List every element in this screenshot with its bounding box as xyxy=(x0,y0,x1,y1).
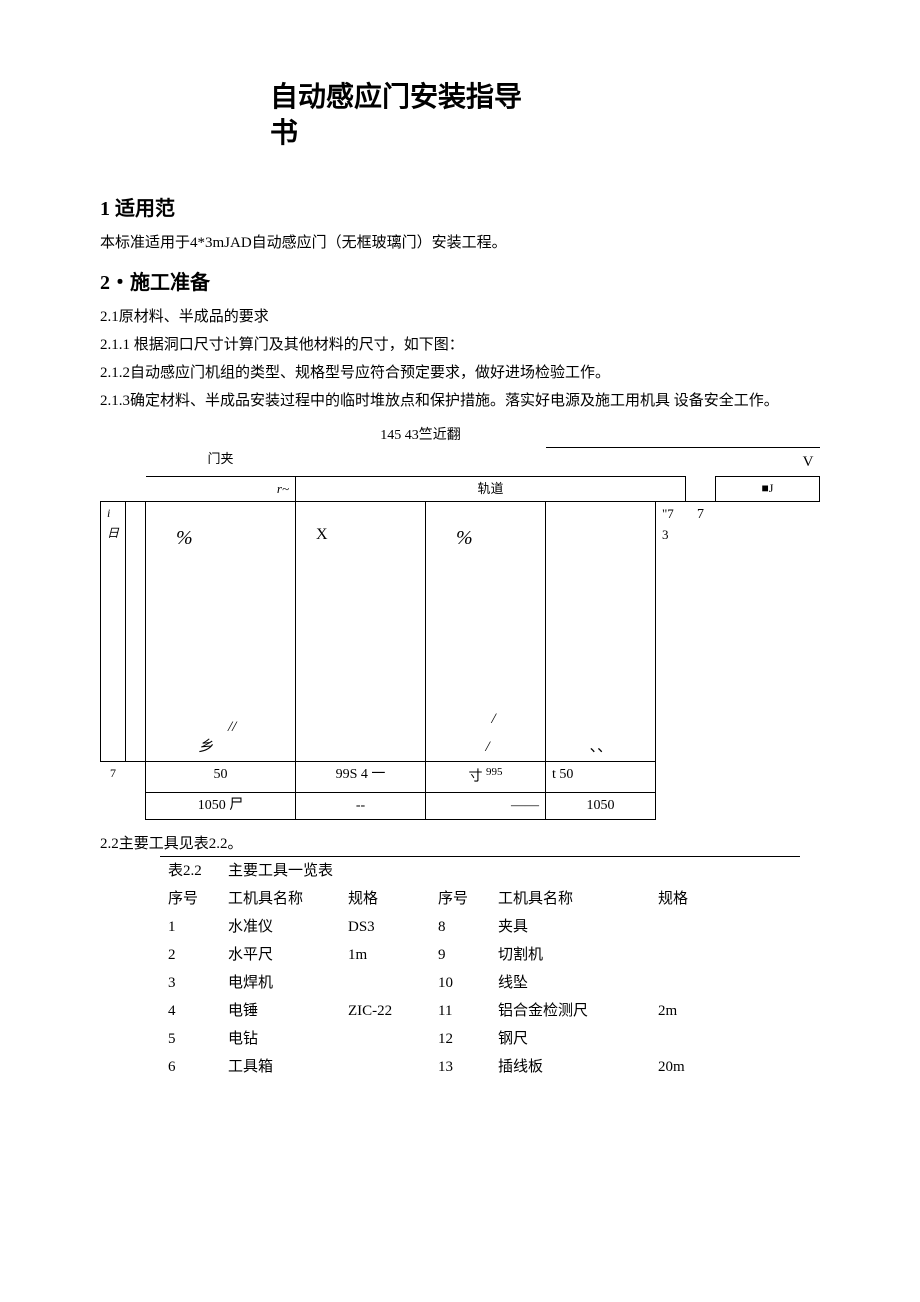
diagram-j-sym: ■J xyxy=(716,476,820,502)
th-spec2: 规格 xyxy=(650,885,800,913)
table-row: 5电钻 12钢尺 xyxy=(160,1025,800,1053)
diagram-left-i: i日 xyxy=(101,502,126,762)
th-name2: 工机具名称 xyxy=(490,885,650,913)
cell-seq2: 9 xyxy=(430,941,490,969)
tools-table: 表2.2 主要工具一览表 序号 工机具名称 规格 序号 工机具名称 规格 1水准… xyxy=(160,856,800,1081)
diagram-slashes: // xyxy=(228,715,236,739)
section-2-p4: 2.1.3确定材料、半成品安装过程中的临时堆放点和保护措施。落实好电源及施工用机… xyxy=(100,389,820,413)
diagram-r2c1: 1050 尸 xyxy=(146,792,296,819)
diagram-seven-left: 7 xyxy=(101,762,126,792)
diagram-r1c3: 寸 xyxy=(469,770,483,785)
document-title: 自动感应门安装指导 书 xyxy=(270,80,820,153)
cell-seq: 5 xyxy=(160,1025,220,1053)
diagram-r1c2: 99S 4 一 xyxy=(296,762,426,792)
cell-seq2: 12 xyxy=(430,1025,490,1053)
diagram-percent-right: % xyxy=(456,522,473,554)
title-line2: 书 xyxy=(270,116,820,152)
section-1-body: 本标准适用于4*3mJAD自动感应门（无框玻璃门）安装工程。 xyxy=(100,231,820,255)
cell-spec2: 2m xyxy=(650,997,800,1025)
cell-seq: 1 xyxy=(160,913,220,941)
cell-spec2 xyxy=(650,1025,800,1053)
cell-seq: 3 xyxy=(160,969,220,997)
diagram-r2c2: -- xyxy=(296,792,426,819)
section-2-p2: 2.1.1 根据洞口尺寸计算门及其他材料的尺寸，如下图： xyxy=(100,333,820,357)
diagram-r2c3: —— xyxy=(426,792,546,819)
cell-name2: 插线板 xyxy=(490,1053,650,1081)
diagram-seven3: "7 3 xyxy=(656,502,686,762)
cell-name2: 钢尺 xyxy=(490,1025,650,1053)
door-diagram: 145 43竺近翻 门夹 V r~ 轨道 ■J i日 % // 乡 X xyxy=(100,423,820,820)
diagram-slash2: / xyxy=(486,735,490,759)
cell-name: 水准仪 xyxy=(220,913,340,941)
cell-spec xyxy=(340,1025,430,1053)
diagram-r2c4: 1050 xyxy=(546,792,656,819)
diagram-xiang: 乡 xyxy=(198,735,213,759)
cell-spec2 xyxy=(650,969,800,997)
cell-seq2: 8 xyxy=(430,913,490,941)
th-seq1: 序号 xyxy=(160,885,220,913)
diagram-x: X xyxy=(316,522,328,548)
cell-name2: 切割机 xyxy=(490,941,650,969)
cell-seq2: 10 xyxy=(430,969,490,997)
cell-name: 水平尺 xyxy=(220,941,340,969)
tools-header-row: 序号 工机具名称 规格 序号 工机具名称 规格 xyxy=(160,885,800,913)
cell-seq2: 11 xyxy=(430,997,490,1025)
cell-spec: DS3 xyxy=(340,913,430,941)
diagram-clamp-label: 门夹 xyxy=(146,447,296,476)
diagram-top-label: 145 43竺近翻 xyxy=(296,423,546,447)
diagram-r-sym: r~ xyxy=(126,476,296,502)
cell-spec2: 20m xyxy=(650,1053,800,1081)
table-row: 1水准仪DS38夹具 xyxy=(160,913,800,941)
section-2-heading: 2・施工准备 xyxy=(100,267,820,299)
cell-name2: 夹具 xyxy=(490,913,650,941)
title-line1: 自动感应门安装指导 xyxy=(270,80,820,116)
section-1-heading: 1 适用范 xyxy=(100,193,820,225)
th-name1: 工机具名称 xyxy=(220,885,340,913)
cell-name2: 线坠 xyxy=(490,969,650,997)
tools-caption-left: 表2.2 xyxy=(160,856,220,885)
cell-spec: ZIC-22 xyxy=(340,997,430,1025)
diagram-r1c3b: 995 xyxy=(486,766,503,778)
cell-name2: 铝合金检测尺 xyxy=(490,997,650,1025)
table-row: 4电锤ZIC-2211铝合金检测尺2m xyxy=(160,997,800,1025)
diagram-track-label: 轨道 xyxy=(296,476,686,502)
cell-seq2: 13 xyxy=(430,1053,490,1081)
cell-spec xyxy=(340,1053,430,1081)
cell-seq: 4 xyxy=(160,997,220,1025)
tools-intro: 2.2主要工具见表2.2。 xyxy=(100,832,820,856)
diagram-dots: 、、 xyxy=(590,735,613,759)
tools-caption-right: 主要工具一览表 xyxy=(220,856,800,885)
diagram-r1c4: t 50 xyxy=(546,762,656,792)
cell-seq: 6 xyxy=(160,1053,220,1081)
table-row: 2水平尺1m9切割机 xyxy=(160,941,800,969)
th-seq2: 序号 xyxy=(430,885,490,913)
diagram-percent-left: % xyxy=(176,522,193,554)
table-row: 6工具箱 13插线板20m xyxy=(160,1053,800,1081)
section-2-p3: 2.1.2自动感应门机组的类型、规格型号应符合预定要求，做好进场检验工作。 xyxy=(100,361,820,385)
cell-spec2 xyxy=(650,913,800,941)
diagram-seven: 7 xyxy=(686,502,716,762)
cell-name: 电锤 xyxy=(220,997,340,1025)
cell-name: 电焊机 xyxy=(220,969,340,997)
cell-spec2 xyxy=(650,941,800,969)
th-spec1: 规格 xyxy=(340,885,430,913)
cell-name: 工具箱 xyxy=(220,1053,340,1081)
cell-spec: 1m xyxy=(340,941,430,969)
table-row: 3电焊机 10线坠 xyxy=(160,969,800,997)
cell-seq: 2 xyxy=(160,941,220,969)
diagram-v-sym: V xyxy=(716,447,820,476)
section-2-p1: 2.1原材料、半成品的要求 xyxy=(100,305,820,329)
cell-name: 电钻 xyxy=(220,1025,340,1053)
diagram-slash1: / xyxy=(491,707,495,731)
diagram-r1c1: 50 xyxy=(146,762,296,792)
cell-spec xyxy=(340,969,430,997)
